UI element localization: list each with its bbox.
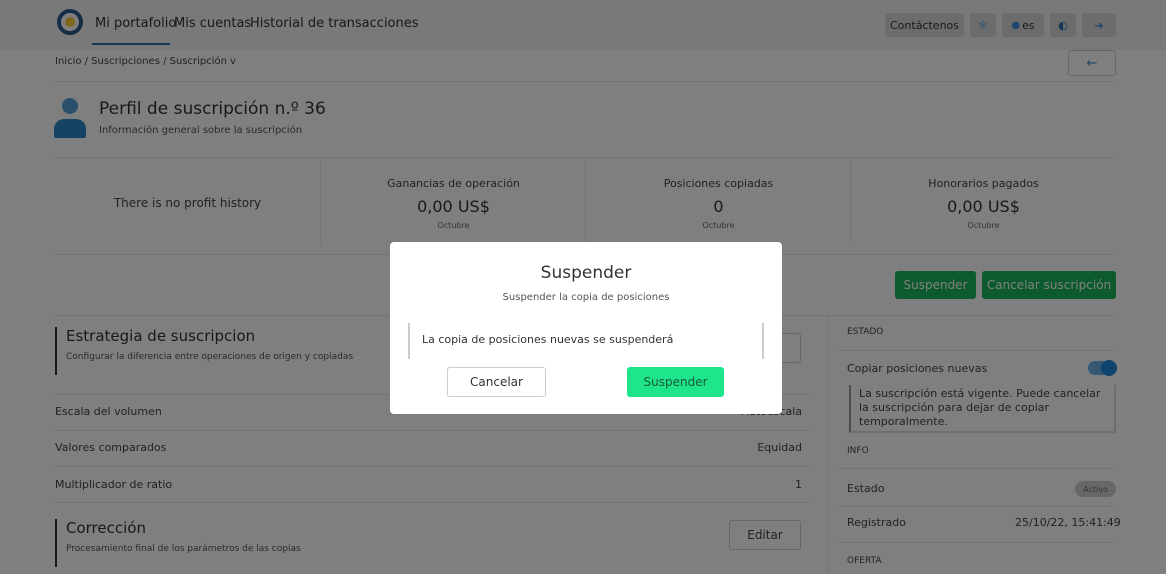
dialog-message: La copia de posiciones nuevas se suspend… [408,323,764,359]
suspend-dialog: Suspender Suspender la copia de posicion… [390,242,782,414]
dialog-subtitle: Suspender la copia de posiciones [502,292,670,303]
dialog-title: Suspender [540,263,632,283]
dialog-cancel-button[interactable]: Cancelar [447,367,546,397]
dialog-confirm-button[interactable]: Suspender [627,367,724,397]
